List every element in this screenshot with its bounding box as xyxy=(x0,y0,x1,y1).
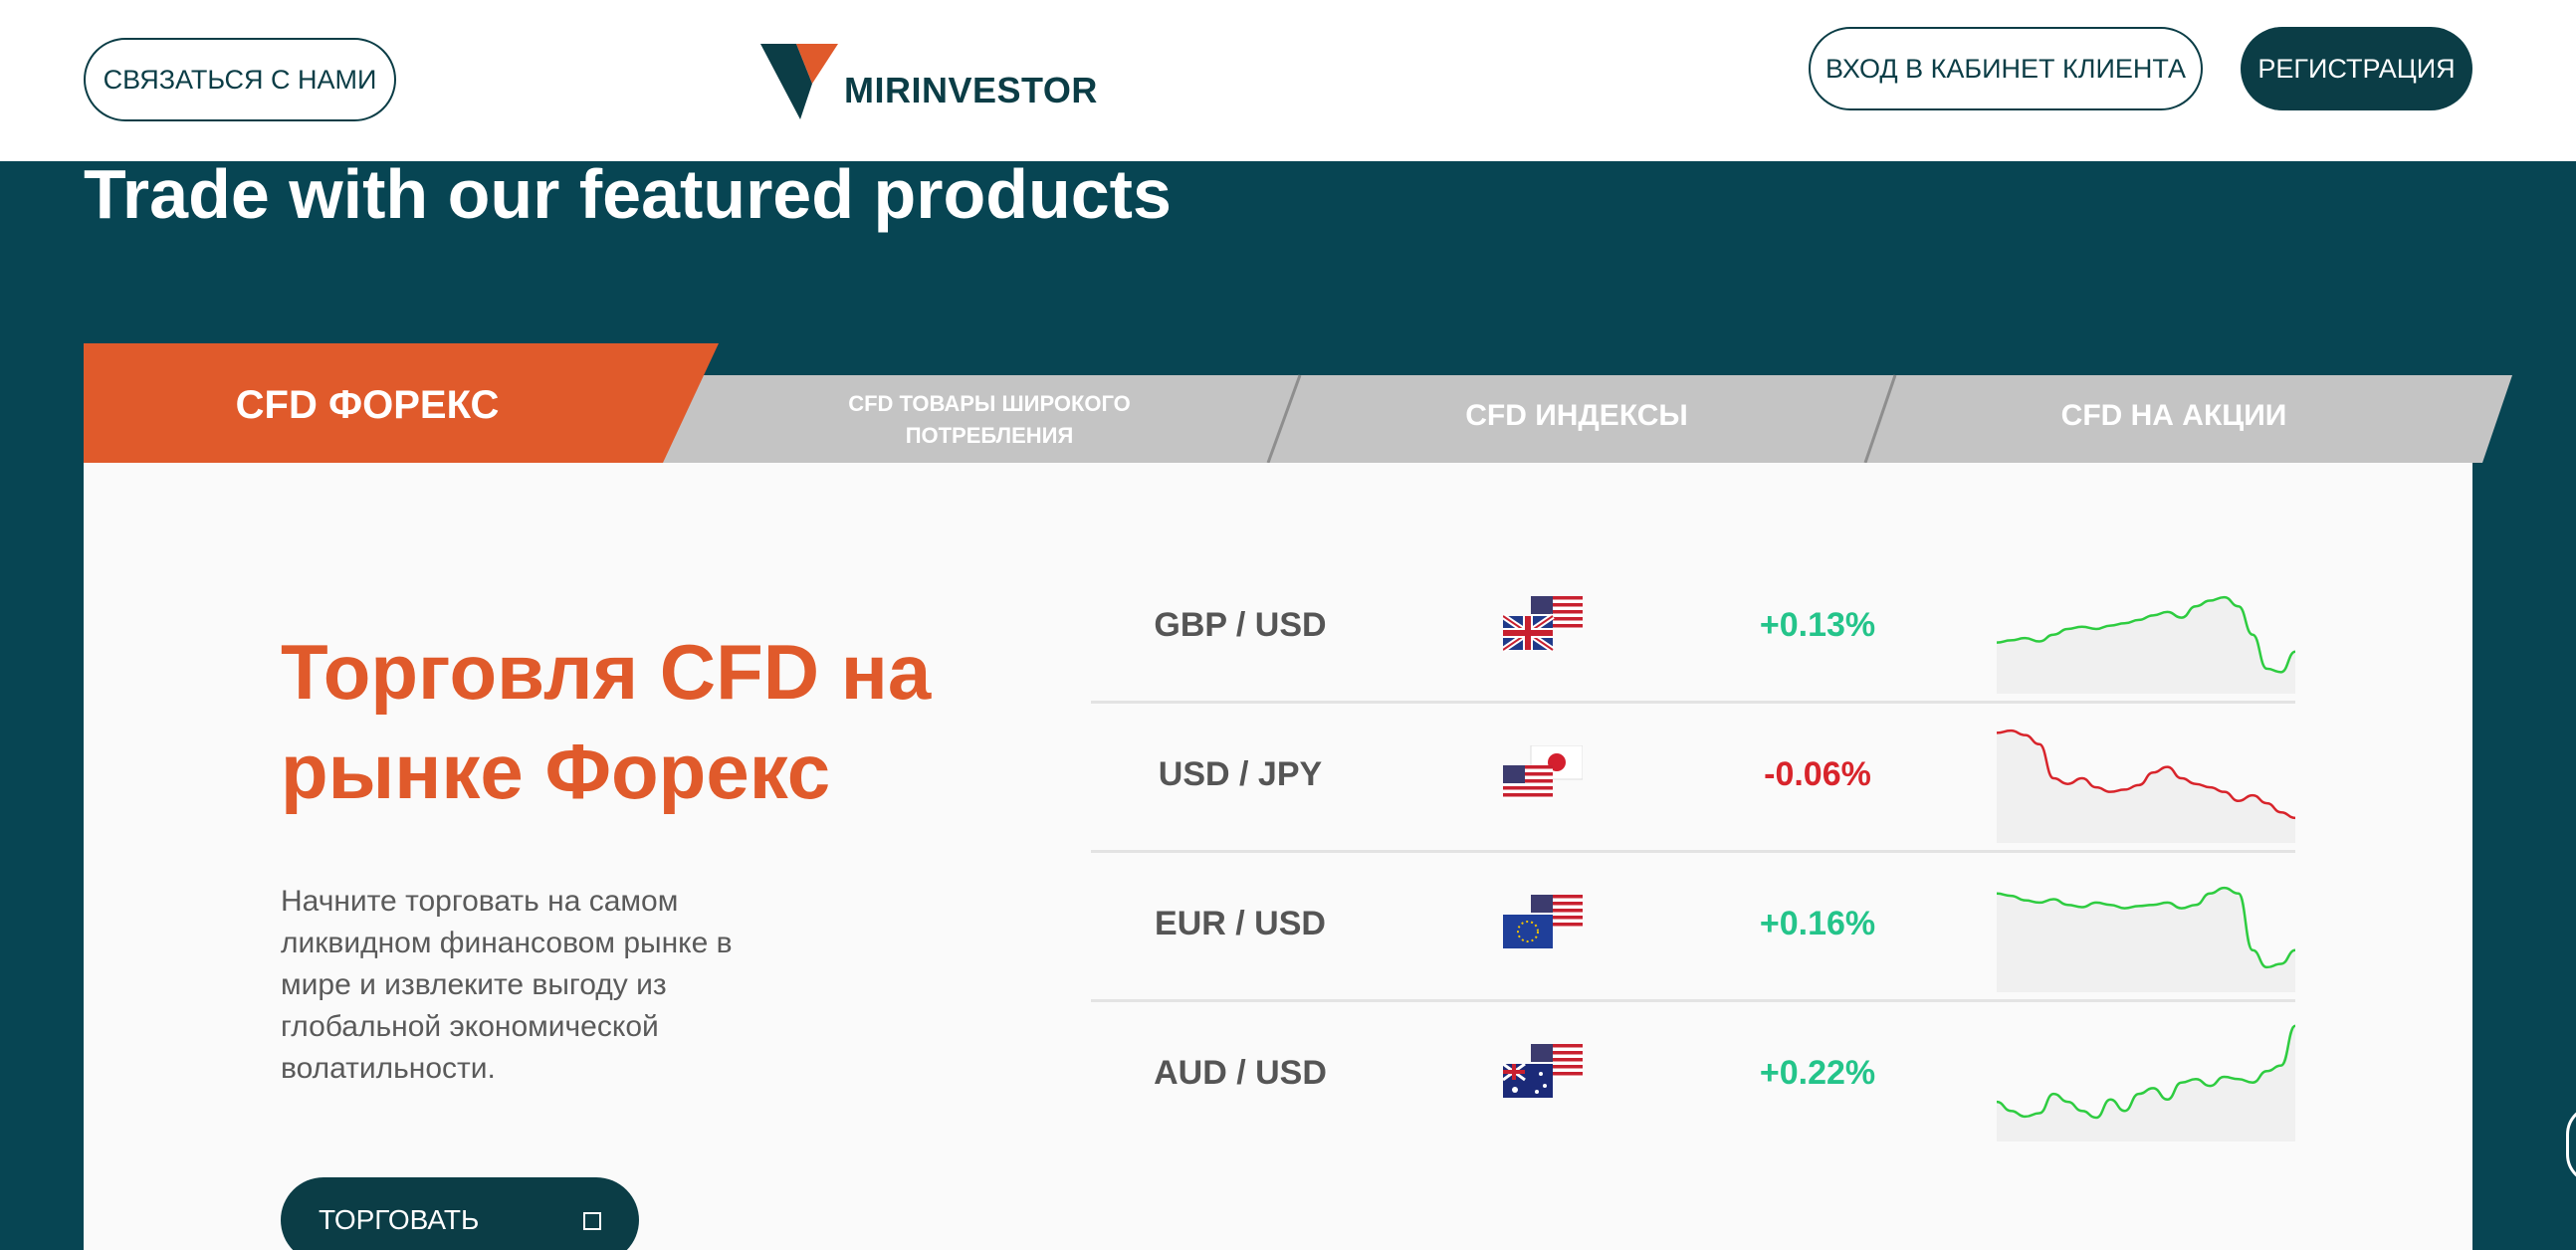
eu-us-flags-icon xyxy=(1503,895,1583,948)
table-row[interactable]: USD / JPY -0.06% xyxy=(1091,704,2295,853)
au-us-flags-icon xyxy=(1503,1044,1583,1098)
us-jp-flags-icon xyxy=(1503,745,1583,799)
forex-panel: Торговля CFD на рынке Форекс Начните тор… xyxy=(84,463,2472,1250)
currency-pair: USD / JPY xyxy=(1158,755,1323,793)
price-change: +0.22% xyxy=(1759,1054,1876,1092)
square-icon xyxy=(583,1212,601,1230)
product-tabs: CFD ФОРЕКС CFD ТОВАРЫ ШИРОКОГО ПОТРЕБЛЕН… xyxy=(84,343,2512,463)
sparkline-area xyxy=(1997,1025,2295,1142)
trade-button[interactable]: ТОРГОВАТЬ xyxy=(281,1177,639,1250)
gb-us-flags-icon xyxy=(1503,596,1583,652)
sparkline-chart xyxy=(1997,729,2295,843)
price-change: +0.13% xyxy=(1759,606,1876,644)
register-button[interactable]: РЕГИСТРАЦИЯ xyxy=(2241,27,2472,110)
table-row[interactable]: GBP / USD +0.13% xyxy=(1091,554,2295,704)
tab-cfd-forex[interactable]: CFD ФОРЕКС xyxy=(153,383,581,428)
tab-cfd-commodities[interactable]: CFD ТОВАРЫ ШИРОКОГО ПОТРЕБЛЕНИЯ xyxy=(820,388,1159,452)
sparkline-area xyxy=(1997,597,2295,694)
logo-mark-icon xyxy=(760,44,838,119)
currency-pair: GBP / USD xyxy=(1154,606,1327,644)
currency-pair: AUD / USD xyxy=(1154,1054,1327,1092)
table-row[interactable]: AUD / USD +0.22% xyxy=(1091,1002,2295,1151)
contact-us-button[interactable]: СВЯЗАТЬСЯ С НАМИ xyxy=(84,38,396,121)
trade-button-label: ТОРГОВАТЬ xyxy=(319,1204,480,1235)
panel-description: Начните торговать на самом ликвидном фин… xyxy=(281,885,733,1085)
tab-cfd-indices[interactable]: CFD ИНДЕКСЫ xyxy=(1407,399,1746,433)
sparkline-chart xyxy=(1997,595,2295,694)
logo-text: MIRINVESTOR xyxy=(844,70,1098,110)
table-row[interactable]: EUR / USD +0.16% xyxy=(1091,853,2295,1002)
site-header: СВЯЗАТЬСЯ С НАМИ MIRINVESTOR ВХОД В КАБИ… xyxy=(0,0,2576,161)
chat-widget-button[interactable] xyxy=(2566,1105,2576,1184)
page-title: Trade with our featured products xyxy=(84,155,1172,233)
sparkline-chart xyxy=(1997,1024,2295,1142)
price-change: +0.16% xyxy=(1759,905,1876,942)
price-change: -0.06% xyxy=(1764,755,1871,793)
quotes-table: GBP / USD +0.13% USD / JPY -0.06% EUR / … xyxy=(1091,554,2295,1151)
logo[interactable]: MIRINVESTOR xyxy=(760,44,1098,119)
client-login-button[interactable]: ВХОД В КАБИНЕТ КЛИЕНТА xyxy=(1809,27,2203,110)
currency-pair: EUR / USD xyxy=(1155,905,1326,942)
tab-cfd-stocks[interactable]: CFD НА АКЦИИ xyxy=(2005,399,2343,433)
sparkline-chart xyxy=(1997,886,2295,992)
panel-title: Торговля CFD на рынке Форекс xyxy=(281,628,932,815)
